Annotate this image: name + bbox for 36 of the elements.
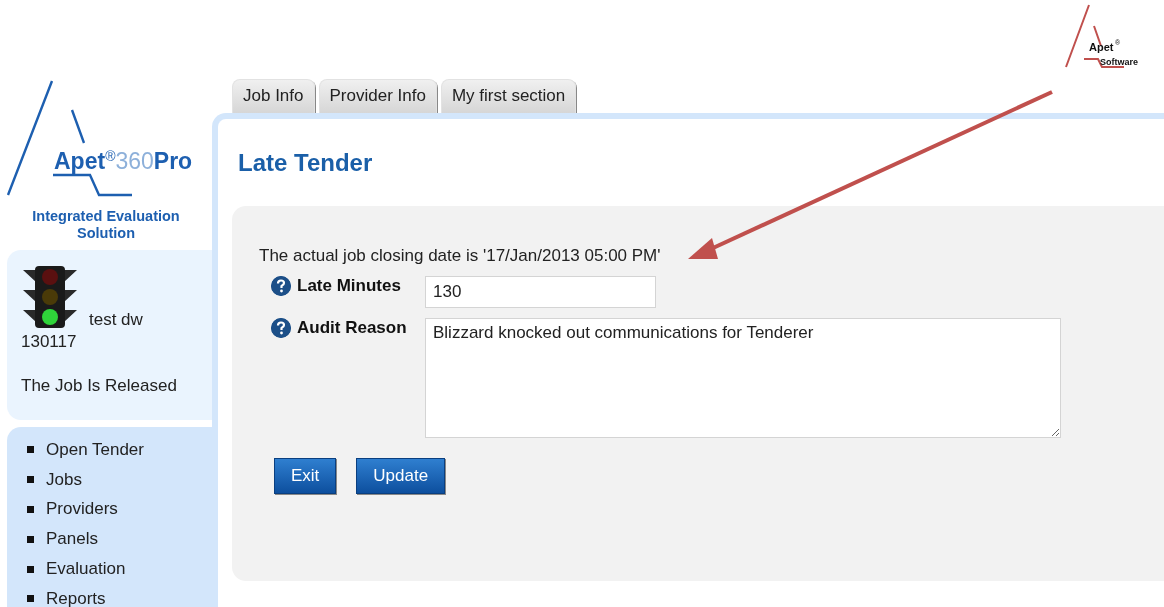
job-name: test dw bbox=[89, 310, 143, 330]
text-area[interactable]: Blizzard knocked out communications for Tenderer bbox=[425, 318, 1061, 438]
closing-date-text: The actual job closing date is '17/Jan/2013 05:00 PM' bbox=[259, 246, 661, 265]
logo-subtitle: Software bbox=[1100, 57, 1138, 67]
traffic-light-icon bbox=[21, 264, 79, 330]
tab[interactable]: Job Info bbox=[232, 79, 315, 113]
page-title: Late Tender bbox=[238, 149, 373, 176]
bullet-icon bbox=[27, 595, 34, 603]
logo-text: Apet bbox=[1089, 42, 1114, 53]
job-number: 130117 bbox=[21, 332, 77, 351]
job-status: The Job Is Released bbox=[21, 376, 177, 395]
bullet-icon bbox=[27, 446, 34, 454]
nav-link[interactable]: Reports bbox=[46, 588, 106, 607]
nav-link[interactable]: Evaluation bbox=[46, 559, 126, 580]
logo-number: 360 bbox=[115, 148, 154, 175]
input-field[interactable]: 130 bbox=[425, 276, 656, 308]
nav-link[interactable]: Panels bbox=[46, 529, 98, 550]
nav-link[interactable]: Jobs bbox=[46, 469, 82, 490]
logo-tagline: Integrated Evaluation Solution bbox=[32, 208, 180, 241]
logo-suffix: Pro bbox=[153, 148, 193, 175]
action-button[interactable]: Exit bbox=[274, 458, 337, 494]
nav-link[interactable]: Providers bbox=[46, 499, 118, 520]
field-label: Late Minutes bbox=[297, 276, 401, 296]
field-label: Audit Reason bbox=[297, 318, 407, 338]
logo-name: Apet bbox=[54, 148, 106, 175]
action-button[interactable]: Update bbox=[356, 458, 446, 494]
nav-link[interactable]: Open Tender bbox=[46, 439, 144, 460]
tab[interactable]: Provider Info bbox=[318, 79, 437, 113]
bullet-icon bbox=[27, 565, 34, 573]
bullet-icon bbox=[27, 476, 34, 484]
bullet-icon bbox=[27, 506, 34, 513]
help-icon[interactable] bbox=[271, 318, 291, 338]
tab[interactable]: My first section bbox=[440, 79, 577, 113]
bullet-icon bbox=[27, 535, 34, 543]
registered-mark: ® bbox=[105, 148, 116, 164]
help-icon[interactable] bbox=[271, 276, 291, 296]
